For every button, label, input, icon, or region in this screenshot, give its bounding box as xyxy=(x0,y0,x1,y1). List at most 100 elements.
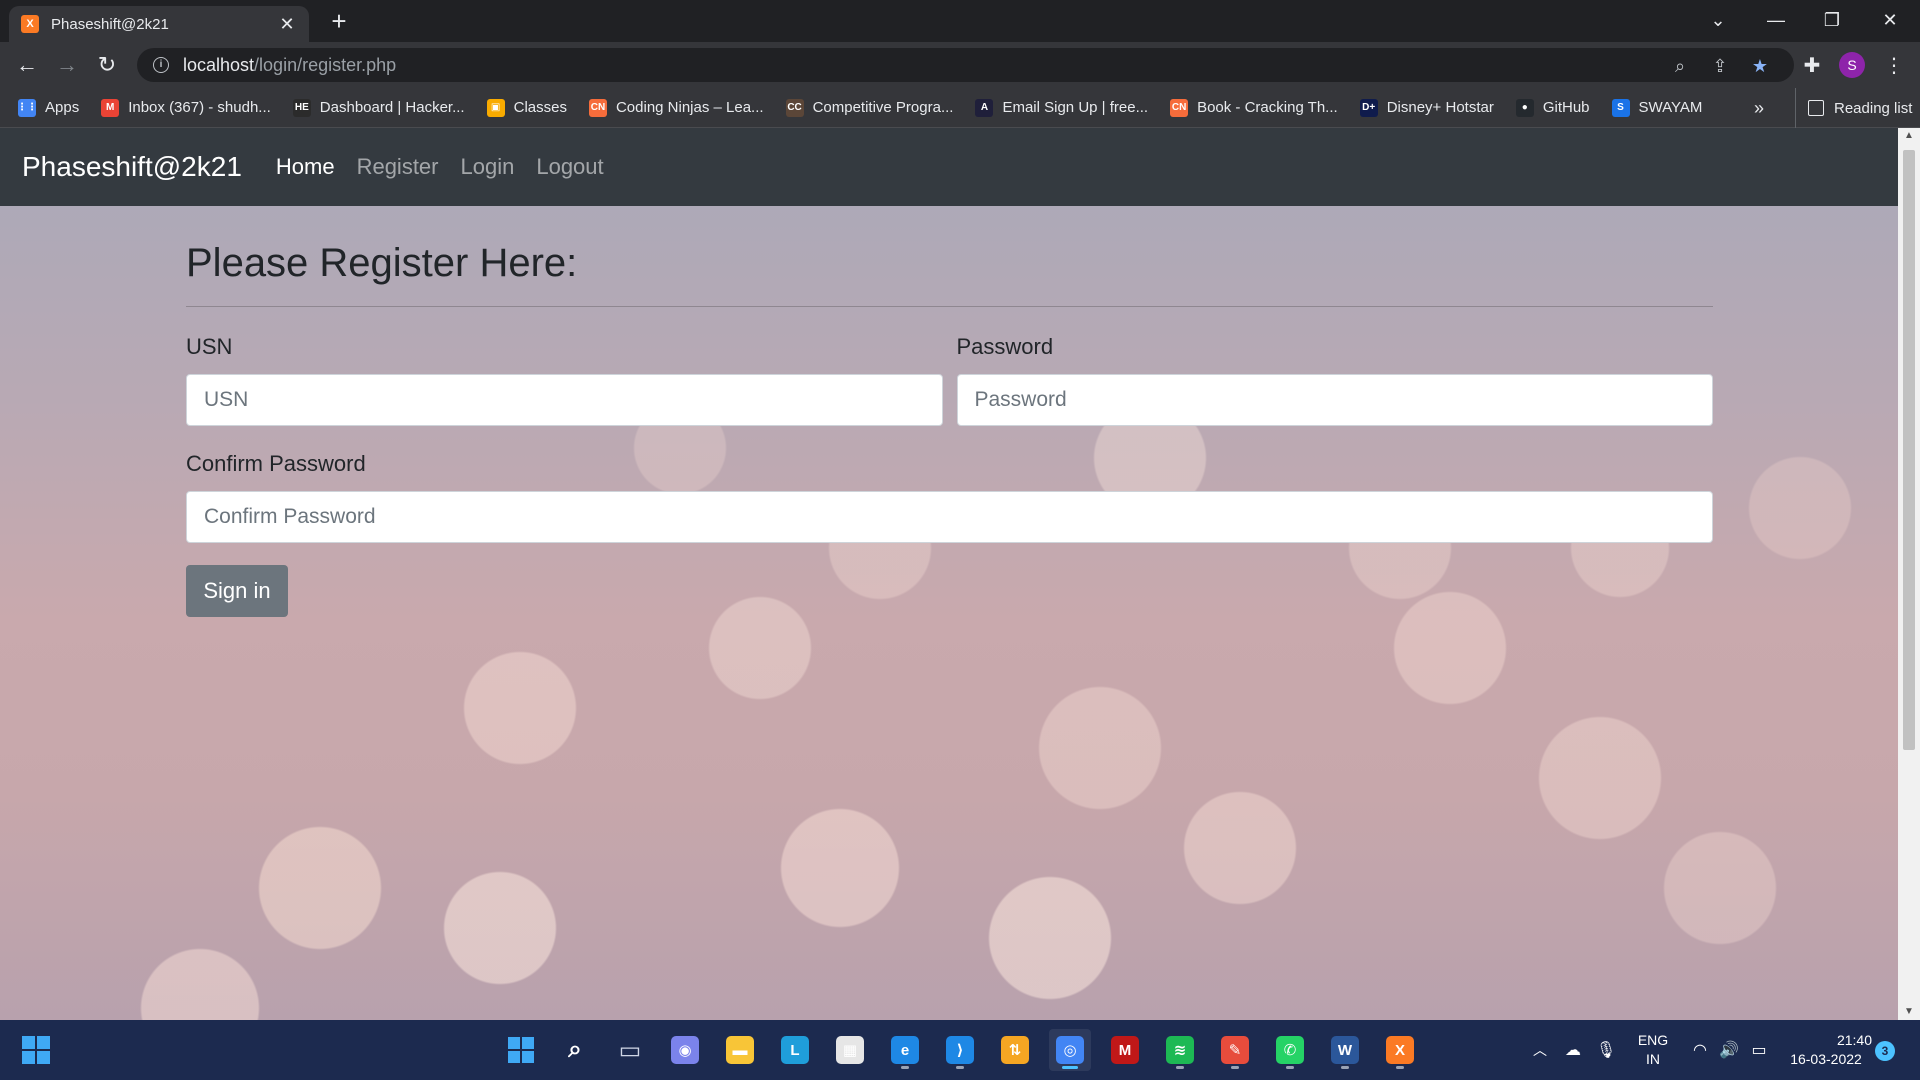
whatsapp-icon: ✆ xyxy=(1276,1036,1304,1064)
browser-toolbar: ← → ↻ i localhost/login/register.php ⌕ ⇪… xyxy=(0,42,1920,88)
reading-list-button[interactable]: Reading list xyxy=(1795,88,1912,128)
battery-icon[interactable]: ▭ xyxy=(1745,1020,1773,1080)
bookmark-5[interactable]: CC Competitive Progra... xyxy=(785,98,954,117)
usn-input[interactable] xyxy=(186,374,943,426)
page-scrollbar[interactable]: ▲ ▼ xyxy=(1898,128,1920,1020)
extensions-icon[interactable]: ✚ xyxy=(1798,51,1826,79)
bookmark-label: Classes xyxy=(513,99,567,116)
bookmark-label: SWAYAM xyxy=(1638,99,1703,116)
taskbar-windows-start[interactable] xyxy=(500,1029,542,1071)
new-tab-button[interactable]: + xyxy=(323,6,355,38)
nav-logout[interactable]: Logout xyxy=(536,154,603,180)
google-classroom-icon: ▣ xyxy=(486,98,505,117)
running-indicator xyxy=(1062,1066,1078,1069)
bookmark-3[interactable]: ▣ Classes xyxy=(486,98,567,117)
reading-list-icon xyxy=(1808,100,1824,116)
site-info-icon[interactable]: i xyxy=(153,57,169,73)
site-navbar: Phaseshift@2k21 Home Register Login Logo… xyxy=(0,128,1898,206)
password-input[interactable] xyxy=(956,374,1713,426)
taskbar-file-explorer[interactable]: ▬ xyxy=(719,1029,761,1071)
taskbar-search[interactable]: ⌕ xyxy=(554,1029,596,1071)
browser-tab[interactable]: X Phaseshift@2k21 ✕ xyxy=(9,6,309,42)
taskbar-lucidchart[interactable]: L xyxy=(774,1029,816,1071)
bookmark-star-icon[interactable]: ★ xyxy=(1747,53,1773,79)
onedrive-icon[interactable]: ☁ xyxy=(1557,1020,1589,1080)
zoom-icon[interactable]: ⌕ xyxy=(1667,53,1693,79)
menu-kebab-icon[interactable]: ⋮ xyxy=(1880,51,1908,79)
share-icon[interactable]: ⇪ xyxy=(1707,53,1733,79)
bookmark-6[interactable]: A Email Sign Up | free... xyxy=(975,98,1148,117)
taskbar-teams-chat[interactable]: ◉ xyxy=(664,1029,706,1071)
tab-search-icon[interactable]: ⌄ xyxy=(1690,0,1746,40)
show-hidden-icons-chevron-icon[interactable]: ︿ xyxy=(1520,1020,1560,1080)
scroll-up-icon[interactable]: ▲ xyxy=(1898,128,1920,144)
minimize-button[interactable]: — xyxy=(1748,0,1804,40)
taskbar-vscode[interactable]: ⟩ xyxy=(939,1029,981,1071)
wifi-icon[interactable]: ◠ xyxy=(1686,1020,1714,1080)
restore-button[interactable]: ❐ xyxy=(1804,0,1860,40)
email-signup-icon: A xyxy=(975,98,994,117)
address-bar[interactable]: i localhost/login/register.php ⌕ ⇪ ★ xyxy=(137,48,1794,82)
file-explorer-icon: ▬ xyxy=(726,1036,754,1064)
taskbar-task-view[interactable]: ▭ xyxy=(609,1029,651,1071)
close-tab-icon[interactable]: ✕ xyxy=(277,14,297,35)
clock[interactable]: 21:40 16-03-2022 xyxy=(1780,1020,1872,1080)
bookmark-label: Disney+ Hotstar xyxy=(1386,99,1494,116)
bookmark-label: Competitive Progra... xyxy=(812,99,954,116)
bookmark-label: Inbox (367) - shudh... xyxy=(128,99,271,116)
windows-start-icon[interactable] xyxy=(22,1036,52,1066)
nav-register[interactable]: Register xyxy=(357,154,439,180)
swayam-icon: S xyxy=(1611,98,1630,117)
microphone-icon[interactable]: 🎙 xyxy=(1590,1020,1622,1080)
taskbar-whatsapp[interactable]: ✆ xyxy=(1269,1029,1311,1071)
taskbar-microsoft-store[interactable]: ▦ xyxy=(829,1029,871,1071)
clock-time: 21:40 xyxy=(1836,1032,1872,1048)
profile-avatar[interactable]: S xyxy=(1839,52,1865,78)
taskbar-mcafee[interactable]: M xyxy=(1104,1029,1146,1071)
scrollbar-thumb[interactable] xyxy=(1903,150,1915,750)
forward-button[interactable]: → xyxy=(51,49,83,81)
notification-badge[interactable]: 3 xyxy=(1875,1041,1895,1061)
scroll-down-icon[interactable]: ▼ xyxy=(1898,1004,1920,1020)
bookmark-0[interactable]: ⋮⋮ Apps xyxy=(17,98,79,117)
nav-login[interactable]: Login xyxy=(461,154,515,180)
bookmark-4[interactable]: CN Coding Ninjas – Lea... xyxy=(588,98,764,117)
volume-icon[interactable]: 🔊 xyxy=(1715,1020,1743,1080)
bookmark-10[interactable]: S SWAYAM xyxy=(1611,98,1703,117)
confirm-password-input[interactable] xyxy=(186,491,1713,543)
form-row-1: USN Password xyxy=(186,334,1713,426)
back-button[interactable]: ← xyxy=(11,49,43,81)
bookmark-2[interactable]: HE Dashboard | Hacker... xyxy=(292,98,465,117)
confirm-password-label: Confirm Password xyxy=(186,451,366,476)
bookmark-label: Coding Ninjas – Lea... xyxy=(615,99,764,116)
taskbar-git[interactable]: ⇅ xyxy=(994,1029,1036,1071)
language-indicator[interactable]: ENG IN xyxy=(1625,1020,1681,1080)
sign-in-button[interactable]: Sign in xyxy=(186,565,288,617)
bookmarks-overflow-button[interactable]: » xyxy=(1754,88,1764,128)
nav-home[interactable]: Home xyxy=(276,154,335,180)
running-indicator xyxy=(1396,1066,1404,1069)
language-code: ENG xyxy=(1637,1032,1669,1048)
bookmark-7[interactable]: CN Book - Cracking Th... xyxy=(1170,98,1338,117)
running-indicator xyxy=(1341,1066,1349,1069)
taskbar-spotify[interactable]: ≋ xyxy=(1159,1029,1201,1071)
usn-group: USN xyxy=(186,334,943,426)
page-title: Please Register Here: xyxy=(186,241,1713,307)
bookmark-9[interactable]: ● GitHub xyxy=(1515,98,1590,117)
reload-button[interactable]: ↻ xyxy=(91,49,123,81)
close-window-button[interactable]: ✕ xyxy=(1862,0,1918,40)
taskbar-edge[interactable]: e xyxy=(884,1029,926,1071)
hackerearth-icon: HE xyxy=(292,98,311,117)
taskbar-xampp[interactable]: X xyxy=(1379,1029,1421,1071)
running-indicator xyxy=(1176,1066,1184,1069)
password-label: Password xyxy=(956,334,1054,359)
taskbar-chrome[interactable]: ◎ xyxy=(1049,1029,1091,1071)
bookmark-1[interactable]: M Inbox (367) - shudh... xyxy=(101,98,271,117)
search-icon: ⌕ xyxy=(568,1036,582,1063)
word-icon: W xyxy=(1331,1036,1359,1064)
browser-tabstrip: X Phaseshift@2k21 ✕ + ⌄ — ❐ ✕ xyxy=(0,0,1920,42)
site-brand[interactable]: Phaseshift@2k21 xyxy=(22,151,242,183)
taskbar-word[interactable]: W xyxy=(1324,1029,1366,1071)
bookmark-8[interactable]: D+ Disney+ Hotstar xyxy=(1359,98,1494,117)
taskbar-paint[interactable]: ✎ xyxy=(1214,1029,1256,1071)
